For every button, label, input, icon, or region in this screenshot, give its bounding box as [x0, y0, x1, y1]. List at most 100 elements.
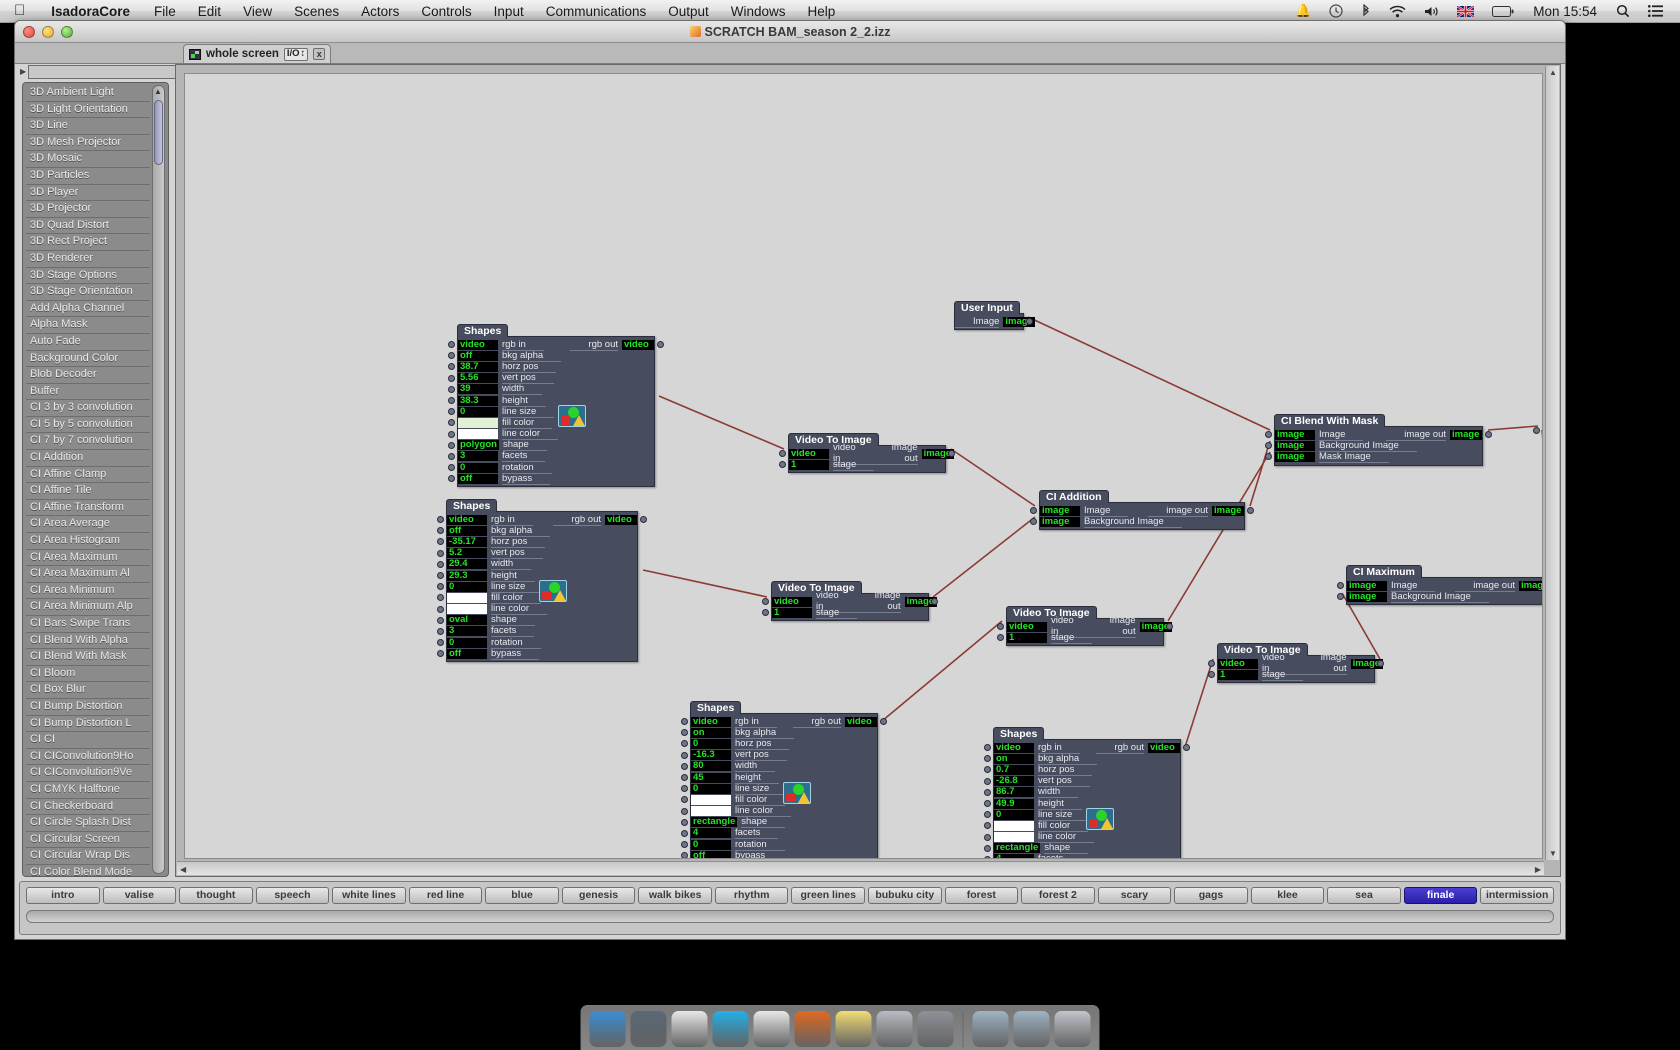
menu-item-controls[interactable]: Controls [410, 4, 482, 19]
port-value[interactable] [691, 794, 731, 805]
input-port[interactable] [984, 777, 991, 785]
scene-button[interactable]: forest [944, 887, 1019, 904]
actor-list-item[interactable]: CI 5 by 5 convolution [26, 417, 150, 434]
scene-button[interactable]: thought [179, 887, 253, 904]
input-port[interactable] [437, 549, 444, 557]
input-port[interactable] [437, 560, 444, 568]
input-port[interactable] [984, 755, 991, 763]
input-port[interactable] [762, 598, 769, 605]
port-value[interactable]: video [1007, 621, 1047, 632]
input-port[interactable] [681, 762, 688, 770]
input-port[interactable] [448, 374, 455, 382]
port-value[interactable]: off [447, 525, 487, 536]
port-value[interactable]: 0 [458, 462, 498, 473]
input-port[interactable] [681, 807, 688, 815]
input-port[interactable] [448, 441, 455, 449]
scene-button[interactable]: white lines [332, 887, 406, 904]
output-value[interactable]: video [1148, 742, 1180, 753]
actor-list-item[interactable]: CI Area Maximum [26, 550, 150, 567]
input-port[interactable] [984, 744, 991, 751]
scene-button[interactable]: gags [1174, 887, 1248, 904]
patch-node[interactable]: Shapes video rgb in rgb out video on bkg alpha… [984, 727, 1190, 858]
port-value[interactable] [994, 820, 1034, 831]
actor-list-item[interactable]: CI Blend With Alpha [26, 633, 150, 650]
canvas-vertical-scrollbar[interactable]: ▲ ▼ [1545, 66, 1559, 860]
actor-list-item[interactable]: 3D Stage Options [26, 268, 150, 285]
time-machine-icon[interactable] [1320, 4, 1352, 18]
input-port[interactable] [681, 740, 688, 748]
port-value[interactable]: 0 [447, 637, 487, 648]
input-port[interactable] [681, 818, 688, 826]
scene-button[interactable]: green lines [791, 887, 866, 904]
output-port[interactable] [880, 718, 887, 725]
actor-list-item[interactable]: Blob Decoder [26, 367, 150, 384]
battery-icon[interactable] [1483, 5, 1523, 17]
scene-button[interactable]: finale [1403, 887, 1478, 904]
menu-item-input[interactable]: Input [483, 4, 535, 19]
input-port[interactable] [437, 594, 444, 602]
port-value[interactable]: 0 [691, 738, 731, 749]
input-port[interactable] [1265, 431, 1272, 438]
scene-button[interactable]: scary [1097, 887, 1172, 904]
input-port[interactable] [984, 844, 991, 852]
input-port[interactable] [448, 363, 455, 371]
input-port[interactable] [681, 796, 688, 804]
port-value[interactable]: video [447, 514, 487, 525]
port-value[interactable]: 4 [691, 828, 731, 839]
input-port[interactable] [681, 773, 688, 781]
patch-node[interactable]: Shapes video rgb in rgb out video off bkg alph… [448, 324, 664, 488]
port-value[interactable]: image [1275, 429, 1315, 440]
input-port[interactable] [681, 729, 688, 737]
patch-node[interactable]: Video To Image video video in image out imag… [762, 581, 938, 622]
actor-list-item[interactable]: 3D Line [26, 118, 150, 135]
scrollbar-thumb[interactable] [154, 100, 163, 165]
actor-list-item[interactable]: CI Affine Tile [26, 483, 150, 500]
port-value[interactable]: -26.8 [994, 776, 1034, 787]
input-port[interactable] [681, 852, 688, 858]
input-port[interactable] [1208, 671, 1215, 679]
port-value[interactable]: polygon [458, 440, 499, 451]
actor-list-item[interactable]: CI Area Average [26, 516, 150, 534]
input-port[interactable] [779, 461, 786, 469]
disclosure-triangle-icon[interactable]: ▶ [20, 67, 26, 76]
port-value[interactable] [447, 592, 487, 603]
scene-scroll-slider[interactable] [26, 910, 1554, 923]
port-value[interactable]: rectangle [994, 843, 1041, 854]
actor-list-item[interactable]: 3D Player [26, 185, 150, 202]
port-value[interactable]: on [691, 727, 731, 738]
actor-list-item[interactable]: CI CMYK Halftone [26, 782, 150, 799]
actor-list-item[interactable]: Buffer [26, 384, 150, 401]
actor-list-item[interactable]: CI CIConvolution9Ho [26, 749, 150, 766]
port-value[interactable]: video [458, 339, 498, 350]
actor-list-item[interactable]: 3D Particles [26, 168, 150, 185]
output-port[interactable] [1377, 660, 1384, 667]
input-port[interactable] [437, 583, 444, 591]
menu-item-help[interactable]: Help [797, 4, 847, 19]
input-port[interactable] [1533, 427, 1540, 434]
port-value[interactable]: oval [447, 615, 487, 626]
actor-list-item[interactable]: Auto Fade [26, 334, 150, 351]
scene-button[interactable]: speech [255, 887, 330, 904]
input-port[interactable] [437, 639, 444, 647]
patch-node[interactable]: CI MaximumimageImageimage outimageimageB… [1337, 565, 1542, 606]
port-value[interactable]: 0 [691, 783, 731, 794]
input-port[interactable] [984, 833, 991, 841]
actor-list-item[interactable]: 3D Mesh Projector [26, 135, 150, 152]
output-port[interactable] [948, 450, 955, 457]
input-port[interactable] [681, 829, 688, 837]
patch-node[interactable]: Shapes video rgb in rgb out video on bkg alpha… [681, 701, 887, 858]
actor-list-item[interactable]: CI CIConvolution9Ve [26, 765, 150, 782]
port-value[interactable]: 0.7 [994, 764, 1034, 775]
input-port[interactable] [762, 609, 769, 617]
port-value[interactable]: 1 [789, 459, 829, 470]
port-value[interactable]: 0 [994, 809, 1034, 820]
patch-node[interactable]: User Input Image image [954, 301, 1036, 331]
minimize-button[interactable] [42, 25, 54, 38]
port-value[interactable]: off [458, 473, 498, 484]
input-port[interactable] [437, 527, 444, 535]
scene-button[interactable]: valise [102, 887, 177, 904]
port-value[interactable]: image [1040, 505, 1080, 516]
port-value[interactable]: image [1347, 580, 1387, 591]
output-port[interactable] [657, 341, 664, 348]
input-port[interactable] [681, 785, 688, 793]
